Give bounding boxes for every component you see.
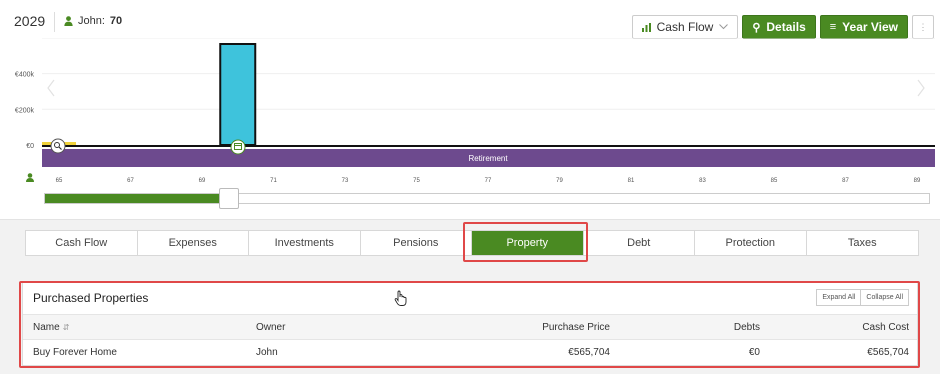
tab-investments[interactable]: Investments xyxy=(249,231,361,255)
x-tick-label: 77 xyxy=(485,178,492,184)
view-select[interactable]: Cash Flow xyxy=(631,15,739,39)
x-tick-label: 69 xyxy=(199,178,206,184)
calendar-icon[interactable] xyxy=(230,139,246,155)
chart-prev-arrow[interactable] xyxy=(47,79,55,97)
x-tick-label: 83 xyxy=(699,178,706,184)
tab-taxes[interactable]: Taxes xyxy=(807,231,919,255)
x-tick-label: 81 xyxy=(628,178,635,184)
chevron-down-icon xyxy=(719,24,729,30)
zoom-icon[interactable] xyxy=(50,138,66,154)
x-tick-label: 85 xyxy=(771,178,778,184)
slider-fill xyxy=(45,194,230,203)
chart-bar[interactable] xyxy=(219,43,257,146)
tab-protection[interactable]: Protection xyxy=(695,231,807,255)
tab-cash-flow[interactable]: Cash Flow xyxy=(26,231,138,255)
y-tick-label: €400k xyxy=(15,72,35,79)
chart-baseline xyxy=(42,145,935,147)
x-tick-label: 73 xyxy=(342,178,349,184)
slider-handle[interactable] xyxy=(219,188,240,209)
chart-svg: €400k €200k €0 Retirement 65 67 69 71 73 75 77 79… xyxy=(15,38,935,184)
bar-chart-icon xyxy=(641,22,651,32)
year-view-button[interactable]: ≡ Year View xyxy=(819,15,908,39)
year-view-label: Year View xyxy=(842,20,898,34)
x-tick-label: 67 xyxy=(127,178,134,184)
y-tick-label: €200k xyxy=(15,107,35,114)
x-tick-label: 75 xyxy=(413,178,420,184)
panel-highlight xyxy=(19,281,920,368)
person-axis-icon xyxy=(26,173,34,182)
x-tick-label: 79 xyxy=(556,178,563,184)
tab-pensions[interactable]: Pensions xyxy=(361,231,472,255)
chart-next-arrow[interactable] xyxy=(917,79,925,97)
person-summary: John: 70 xyxy=(64,15,122,27)
toolbar: Cash Flow ⚲ Details ≡ Year View ⋮ xyxy=(631,15,934,39)
person-name: John: xyxy=(78,15,105,27)
cashflow-chart: €400k €200k €0 Retirement 65 67 69 71 73 75 77 79… xyxy=(0,38,940,208)
year-label: 2029 xyxy=(14,13,46,29)
view-select-label: Cash Flow xyxy=(656,20,714,34)
timeline-slider[interactable] xyxy=(44,188,930,209)
details-label: Details xyxy=(766,20,806,34)
tab-debt[interactable]: Debt xyxy=(584,231,695,255)
tab-expenses[interactable]: Expenses xyxy=(138,231,249,255)
header-divider xyxy=(54,12,55,32)
x-tick-label: 89 xyxy=(914,178,921,184)
person-age: 70 xyxy=(109,15,123,27)
person-icon xyxy=(64,16,73,26)
x-tick-label: 87 xyxy=(842,178,849,184)
x-tick-label: 71 xyxy=(270,178,277,184)
list-icon: ≡ xyxy=(829,21,837,33)
details-button[interactable]: ⚲ Details xyxy=(742,15,816,39)
y-tick-label: €0 xyxy=(26,143,34,150)
search-icon: ⚲ xyxy=(752,21,761,34)
more-button[interactable]: ⋮ xyxy=(912,15,934,39)
x-tick-label: 65 xyxy=(56,178,63,184)
retirement-band-label: Retirement xyxy=(468,154,508,163)
active-tab-highlight xyxy=(463,222,588,262)
